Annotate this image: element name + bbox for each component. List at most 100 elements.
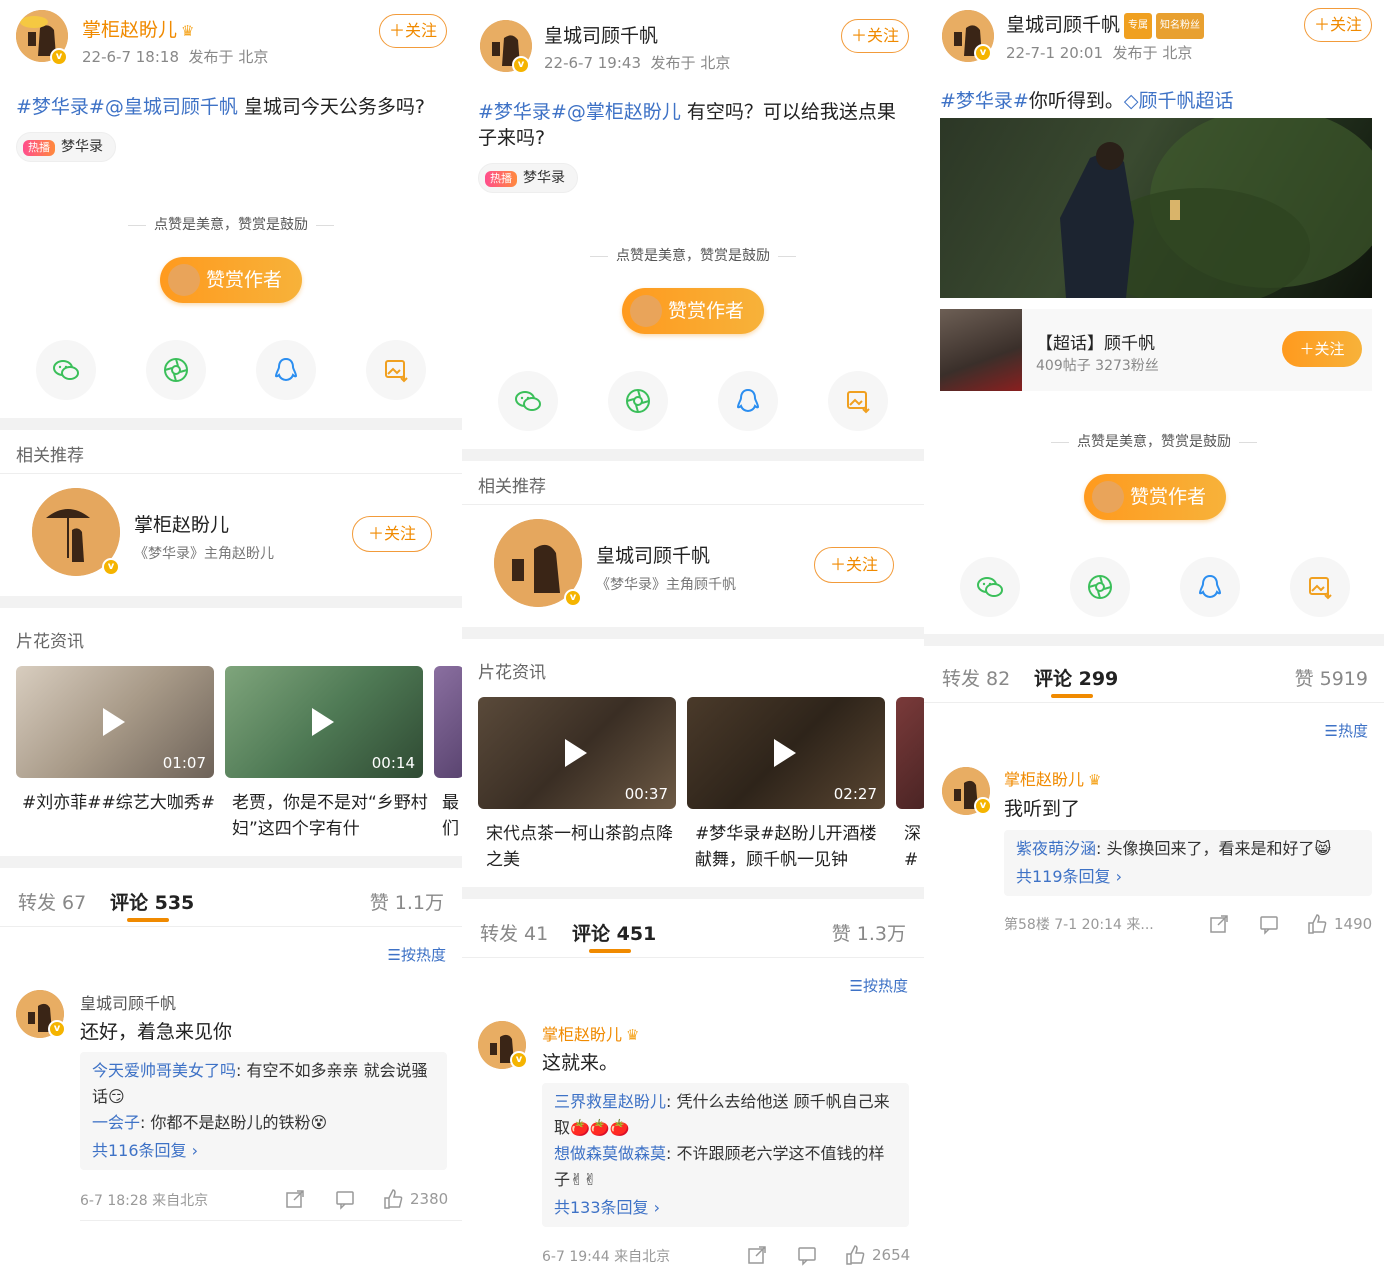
reply-item[interactable]: 想做森莫做森莫: 不许跟顾老六学这不值钱的样子✌✌ — [554, 1141, 897, 1193]
comment-icon[interactable] — [334, 1188, 356, 1210]
sort-button[interactable]: ☰热度 — [1325, 720, 1368, 741]
commenter-name[interactable]: 掌柜赵盼儿 ♛ — [542, 1021, 639, 1045]
video-card[interactable]: 00:14 — [225, 666, 423, 778]
video-duration: 00:37 — [624, 785, 668, 803]
wechat-icon[interactable] — [960, 557, 1020, 617]
qq-icon[interactable] — [256, 340, 316, 400]
post-header: v 皇城司顾千帆 专属 知名粉丝 22-7-1 20:01 发布于 北京 ＋关注 — [924, 0, 1384, 84]
share-icon[interactable] — [284, 1188, 306, 1210]
sort-button[interactable]: ☰按热度 — [850, 975, 908, 996]
video-card[interactable] — [434, 666, 462, 778]
more-replies-link[interactable]: 共119条回复 › — [1016, 864, 1360, 890]
like-tab[interactable]: 赞 1.3万 — [832, 919, 906, 946]
topic-link[interactable]: #梦华录#@掌柜赵盼儿 — [478, 101, 681, 123]
reward-hint: 点赞是美意，赞赏是鼓励 — [462, 245, 924, 265]
follow-button[interactable]: ＋关注 — [1304, 8, 1372, 42]
repost-tab[interactable]: 转发 41 — [480, 919, 548, 946]
video-card[interactable]: 01:07 — [16, 666, 214, 778]
post-column-2: v 皇城司顾千帆 22-6-7 19:43 发布于 北京 ＋关注 #梦华录#@掌… — [462, 0, 924, 1280]
moments-icon[interactable] — [146, 340, 206, 400]
reward-avatar — [168, 264, 200, 296]
save-image-icon[interactable] — [366, 340, 426, 400]
play-icon[interactable] — [312, 708, 334, 736]
reply-item[interactable]: 今天爱帅哥美女了吗: 有空不如多亲亲 就会说骚话😏 — [92, 1058, 435, 1110]
post-column-3: v 皇城司顾千帆 专属 知名粉丝 22-7-1 20:01 发布于 北京 ＋关注 #… — [924, 0, 1384, 1280]
comment-tab[interactable]: 评论 535 — [110, 888, 194, 915]
moments-icon[interactable] — [608, 371, 668, 431]
follow-button[interactable]: ＋关注 — [841, 19, 909, 53]
share-icon[interactable] — [746, 1244, 768, 1266]
section-gap — [0, 596, 462, 608]
topic-link[interactable]: #梦华录#@皇城司顾千帆 — [16, 96, 238, 118]
author-name[interactable]: 掌柜赵盼儿 ♛ — [82, 18, 194, 43]
video-card[interactable]: 02:27 — [687, 697, 885, 809]
moments-icon[interactable] — [1070, 557, 1130, 617]
play-icon[interactable] — [565, 739, 587, 767]
play-icon[interactable] — [774, 739, 796, 767]
recommended-name[interactable]: 皇城司顾千帆 — [596, 541, 710, 568]
recommended-name[interactable]: 掌柜赵盼儿 — [134, 510, 229, 537]
reply-item[interactable]: 紫夜萌汐涵: 头像换回来了，看来是和好了😸 — [1016, 836, 1360, 862]
like-icon[interactable] — [1306, 913, 1328, 935]
repost-tab[interactable]: 转发 67 — [18, 888, 86, 915]
hot-topic-chip[interactable]: 热播 梦华录 — [478, 163, 578, 193]
save-image-icon[interactable] — [1290, 557, 1350, 617]
sort-button[interactable]: ☰按热度 — [388, 944, 446, 965]
reward-author-button[interactable]: 赞赏作者 — [1084, 474, 1226, 520]
like-tab[interactable]: 赞 1.1万 — [370, 888, 444, 915]
topic-link[interactable]: #梦华录# — [940, 90, 1029, 112]
reply-item[interactable]: 三界救星赵盼儿: 凭什么去给他送 顾千帆自己来取🍅🍅🍅 — [554, 1089, 897, 1141]
post-video[interactable] — [940, 118, 1372, 298]
video-caption[interactable]: 老贾，你是不是对“乡野村妇”这四个字有什 — [232, 790, 428, 842]
comment-tab[interactable]: 评论 451 — [572, 919, 656, 946]
hot-topic-chip[interactable]: 热播 梦华录 — [16, 132, 116, 162]
divider — [0, 473, 462, 474]
repost-tab[interactable]: 转发 82 — [942, 664, 1010, 691]
comment-icon[interactable] — [1258, 913, 1280, 935]
comment-tab[interactable]: 评论 299 — [1034, 664, 1118, 691]
comment-icon[interactable] — [796, 1244, 818, 1266]
like-icon[interactable] — [382, 1188, 404, 1210]
supertopic-card[interactable]: 【超话】顾千帆 409帖子 3273粉丝 ＋关注 — [940, 309, 1372, 391]
author-name[interactable]: 皇城司顾千帆 专属 知名粉丝 — [1006, 13, 1205, 39]
supertopic-link[interactable]: ◇顾千帆超话 — [1124, 90, 1234, 112]
recommended-follow-button[interactable]: ＋关注 — [352, 516, 432, 552]
active-tab-indicator — [1051, 694, 1093, 698]
like-count: 1490 — [1334, 915, 1373, 933]
video-caption[interactable]: 宋代点茶一柯山茶韵点降之美 — [486, 821, 682, 873]
recommended-follow-button[interactable]: ＋关注 — [814, 547, 894, 583]
follow-button[interactable]: ＋关注 — [379, 14, 447, 48]
wechat-icon[interactable] — [498, 371, 558, 431]
supertopic-follow-button[interactable]: ＋关注 — [1282, 331, 1362, 367]
play-icon[interactable] — [103, 708, 125, 736]
video-card[interactable] — [896, 697, 924, 809]
divider — [0, 926, 462, 927]
like-tab[interactable]: 赞 5919 — [1295, 664, 1368, 691]
reward-author-button[interactable]: 赞赏作者 — [622, 288, 764, 334]
commenter-name[interactable]: 皇城司顾千帆 — [80, 990, 176, 1014]
comment-actions: 2380 — [284, 1188, 448, 1210]
more-replies-link[interactable]: 共116条回复 › — [92, 1138, 435, 1164]
author-name[interactable]: 皇城司顾千帆 — [544, 24, 658, 48]
video-caption[interactable]: #刘亦菲##综艺大咖秀# — [22, 790, 218, 842]
reply-item[interactable]: 一会子: 你都不是赵盼儿的铁粉😵 — [92, 1110, 435, 1136]
video-caption[interactable]: 最们 — [442, 790, 462, 842]
video-duration: 00:14 — [371, 754, 415, 772]
video-caption[interactable]: #梦华录#赵盼儿开酒楼献舞，顾千帆一见钟 — [695, 821, 891, 873]
divider — [80, 1220, 462, 1221]
video-caption[interactable]: 深#梦 — [904, 821, 924, 873]
exclusive-tag: 专属 — [1124, 13, 1153, 39]
commenter-name[interactable]: 掌柜赵盼儿 ♛ — [1004, 766, 1101, 790]
related-title: 相关推荐 — [478, 477, 546, 497]
wechat-icon[interactable] — [36, 340, 96, 400]
qq-icon[interactable] — [718, 371, 778, 431]
comment-footer: 6-7 18:28 来自北京 — [80, 1193, 209, 1209]
like-icon[interactable] — [844, 1244, 866, 1266]
reward-author-button[interactable]: 赞赏作者 — [160, 257, 302, 303]
comment-text: 还好，着急来见你 — [80, 1021, 233, 1043]
qq-icon[interactable] — [1180, 557, 1240, 617]
more-replies-link[interactable]: 共133条回复 › — [554, 1195, 897, 1221]
share-icon[interactable] — [1208, 913, 1230, 935]
save-image-icon[interactable] — [828, 371, 888, 431]
video-card[interactable]: 00:37 — [478, 697, 676, 809]
